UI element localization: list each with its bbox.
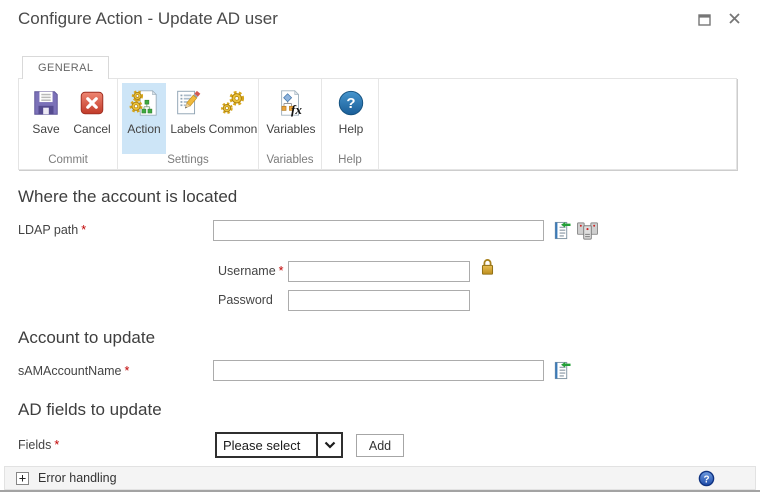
ldap-path-label: LDAP path * xyxy=(18,223,87,237)
bottom-divider xyxy=(0,490,760,492)
save-icon xyxy=(34,91,58,115)
common-icon xyxy=(221,91,245,114)
ribbon-group-variables-label: Variables xyxy=(266,154,314,166)
maximize-button[interactable] xyxy=(698,13,711,31)
tab-general[interactable]: GENERAL xyxy=(22,56,110,79)
fields-select-arrow[interactable] xyxy=(316,434,341,456)
expand-plus-icon[interactable]: + xyxy=(16,471,29,485)
insert-reference-icon xyxy=(554,221,571,240)
samaccountname-input[interactable] xyxy=(213,360,544,381)
labels-icon xyxy=(177,90,201,115)
common-button-label: Common xyxy=(208,122,258,136)
ribbon-group-settings: Action Labels Common Settings xyxy=(118,79,259,169)
ribbon-group-help-label: Help xyxy=(338,154,362,166)
dialog-title: Configure Action - Update AD user xyxy=(18,9,278,28)
cancel-button-label: Cancel xyxy=(73,122,111,136)
ribbon-group-variables: fx Variables Variables xyxy=(259,79,322,169)
svg-text:fx: fx xyxy=(291,102,302,117)
required-asterisk: * xyxy=(124,364,130,378)
ribbon-spacer xyxy=(379,79,736,169)
fields-label: Fields * xyxy=(18,438,60,452)
add-button[interactable]: Add xyxy=(356,434,404,457)
ldap-picker-icon xyxy=(577,222,598,240)
error-handling-label: Error handling xyxy=(38,471,117,485)
ldap-insert-reference-button[interactable] xyxy=(552,221,571,240)
error-handling-help-button[interactable]: ? xyxy=(698,470,715,487)
save-button-label: Save xyxy=(32,122,60,136)
action-button[interactable]: Action xyxy=(122,83,166,154)
variables-button-label: Variables xyxy=(266,122,316,136)
required-asterisk: * xyxy=(81,223,87,237)
error-handling-bar[interactable]: + Error handling ? xyxy=(4,466,756,490)
variables-icon: fx xyxy=(281,90,302,117)
required-asterisk: * xyxy=(278,264,284,278)
svg-text:?: ? xyxy=(346,95,355,112)
labels-button[interactable]: Labels xyxy=(166,83,210,154)
section-title-location: Where the account is located xyxy=(18,187,238,206)
close-button[interactable] xyxy=(728,12,741,30)
common-button[interactable]: Common xyxy=(208,83,258,154)
ribbon-group-help: ? Help Help xyxy=(322,79,379,169)
cancel-button[interactable]: Cancel xyxy=(69,83,115,154)
action-icon xyxy=(129,90,157,116)
lock-icon xyxy=(481,259,494,275)
svg-text:?: ? xyxy=(703,474,709,485)
maximize-icon xyxy=(698,14,711,26)
username-label: Username * xyxy=(218,264,284,278)
required-asterisk: * xyxy=(54,438,60,452)
ribbon-group-settings-label: Settings xyxy=(167,154,209,166)
ribbon-group-commit-label: Commit xyxy=(48,154,88,166)
section-title-fields: AD fields to update xyxy=(18,400,162,419)
chevron-down-icon xyxy=(324,441,335,449)
fields-select-value: Please select xyxy=(223,438,301,453)
ldap-path-input[interactable] xyxy=(213,220,544,241)
help-button-label: Help xyxy=(338,122,364,136)
ldap-picker-button[interactable] xyxy=(576,221,599,241)
fields-select[interactable]: Please select xyxy=(215,432,343,458)
close-icon xyxy=(729,13,740,24)
labels-button-label: Labels xyxy=(170,122,206,136)
samaccountname-insert-reference-button[interactable] xyxy=(552,361,571,380)
credentials-lock-button[interactable] xyxy=(480,257,495,276)
tab-general-label: GENERAL xyxy=(38,62,94,74)
configure-action-dialog: Configure Action - Update AD user GENERA… xyxy=(0,0,760,503)
error-help-icon: ? xyxy=(698,470,715,486)
password-input[interactable] xyxy=(288,290,470,311)
action-button-label: Action xyxy=(127,122,161,136)
save-button[interactable]: Save xyxy=(23,83,69,154)
help-button[interactable]: ? Help xyxy=(326,83,376,154)
cancel-icon xyxy=(80,91,104,115)
variables-button[interactable]: fx Variables xyxy=(263,83,319,154)
samaccountname-label: sAMAccountName * xyxy=(18,364,130,378)
section-title-account: Account to update xyxy=(18,328,156,347)
ribbon-group-commit: Save Cancel Commit xyxy=(19,79,118,169)
ribbon: Save Cancel Commit Action Labels Common … xyxy=(18,78,737,170)
insert-reference-icon xyxy=(554,361,571,380)
help-icon: ? xyxy=(338,90,364,116)
password-label: Password xyxy=(218,293,273,307)
username-input[interactable] xyxy=(288,261,470,282)
